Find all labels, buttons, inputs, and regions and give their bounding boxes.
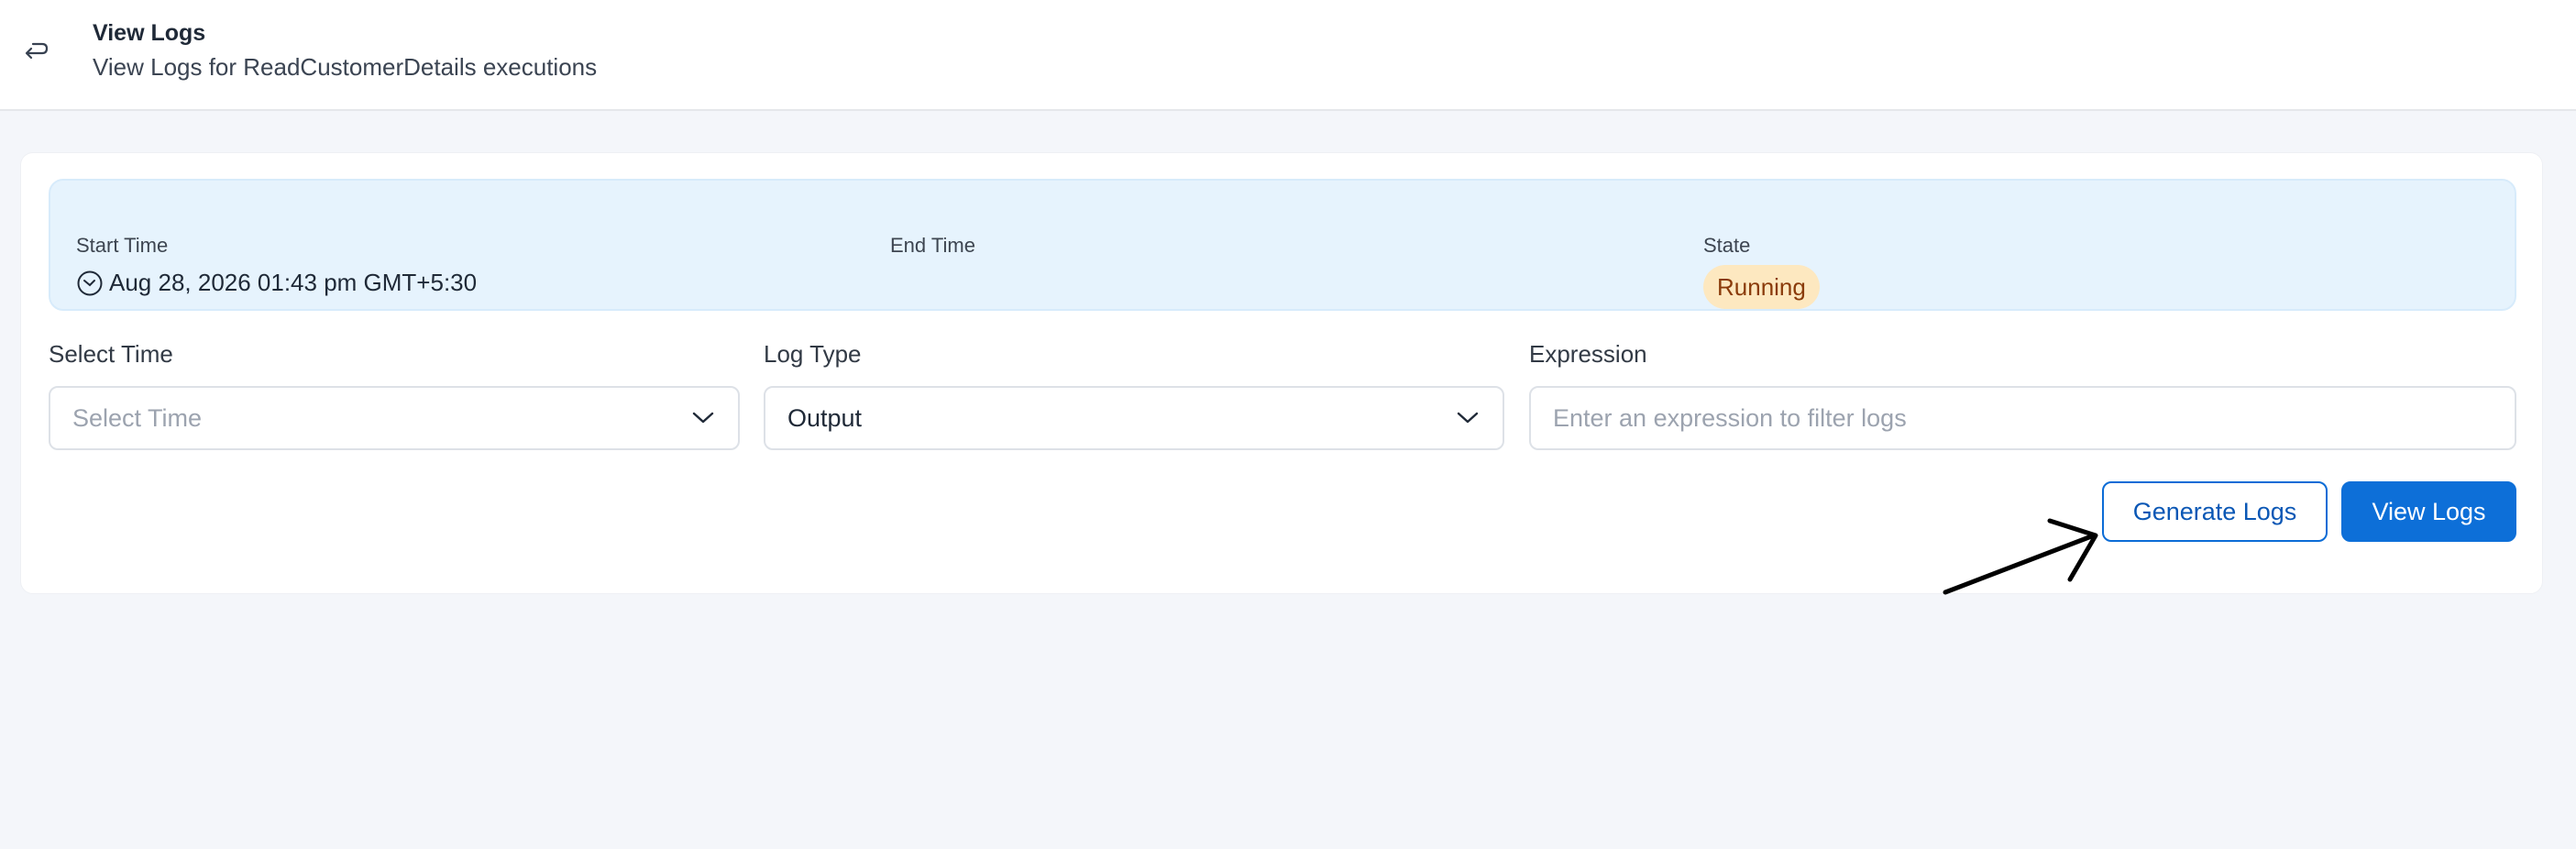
status-badge: Running <box>1703 265 1820 309</box>
generate-logs-button[interactable]: Generate Logs <box>2102 481 2328 542</box>
state-label: State <box>1703 234 1751 257</box>
end-time-label: End Time <box>890 234 975 257</box>
page-subtitle: View Logs for ReadCustomerDetails execut… <box>93 53 598 81</box>
chevron-down-icon <box>685 411 721 425</box>
select-time-label: Select Time <box>49 340 173 368</box>
execution-info-panel: Start Time Aug 28, 2026 01:43 pm GMT+5:3… <box>49 179 2516 311</box>
page-header: View Logs View Logs for ReadCustomerDeta… <box>0 0 2576 111</box>
back-button[interactable] <box>18 35 53 68</box>
expression-label: Expression <box>1529 340 1647 368</box>
log-type-label: Log Type <box>764 340 862 368</box>
return-arrow-icon <box>25 42 49 60</box>
start-time-text: Aug 28, 2026 01:43 pm GMT+5:30 <box>109 269 478 296</box>
log-type-value: Output <box>787 403 863 432</box>
select-time-placeholder: Select Time <box>72 403 203 432</box>
page-title: View Logs <box>93 20 206 46</box>
chevron-down-icon <box>1449 411 1486 425</box>
start-time-value: Aug 28, 2026 01:43 pm GMT+5:30 <box>76 269 477 297</box>
expression-input[interactable]: Enter an expression to filter logs <box>1529 386 2516 450</box>
start-time-label: Start Time <box>76 234 169 257</box>
clock-icon <box>76 270 104 297</box>
expression-placeholder: Enter an expression to filter logs <box>1553 403 1907 432</box>
logs-card: Start Time Aug 28, 2026 01:43 pm GMT+5:3… <box>20 152 2543 594</box>
select-time-dropdown[interactable]: Select Time <box>49 386 740 450</box>
view-logs-button[interactable]: View Logs <box>2341 481 2516 542</box>
log-type-dropdown[interactable]: Output <box>764 386 1504 450</box>
annotation-arrow-icon <box>1943 518 2098 595</box>
